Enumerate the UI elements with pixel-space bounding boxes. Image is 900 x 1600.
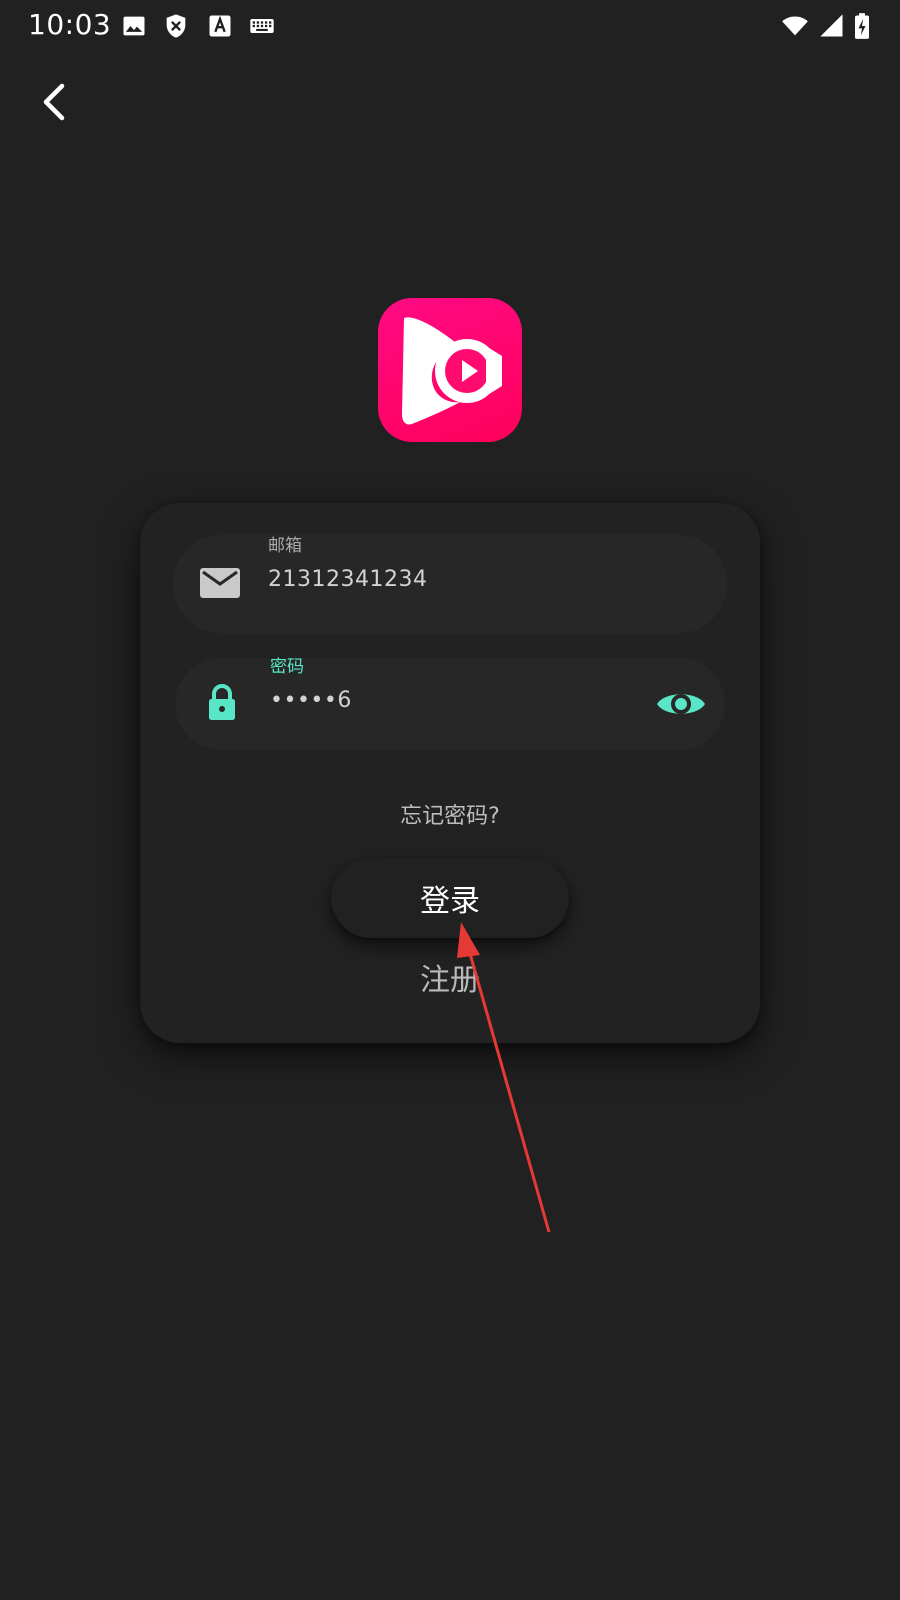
shield-x-icon [162,12,190,40]
image-icon [120,12,148,40]
cell-signal-icon [818,12,846,40]
chevron-left-icon [43,83,65,121]
status-time: 10:03 [28,8,112,41]
login-button[interactable]: 登录 [331,858,569,938]
email-input[interactable]: 21312341234 [268,567,427,592]
app-logo [378,298,522,442]
battery-charging-icon [852,12,872,40]
password-field[interactable]: 密码 •••••6 [175,657,725,750]
lock-icon [201,681,243,723]
register-link[interactable]: 注册 [140,955,760,999]
password-input[interactable]: •••••6 [270,688,352,713]
wifi-icon [778,12,812,40]
email-label: 邮箱 [268,536,302,556]
eye-icon[interactable] [655,680,707,728]
password-label: 密码 [270,657,304,677]
keyboard-icon [248,12,276,40]
text-a-icon [206,12,234,40]
login-card: 邮箱 21312341234 密码 •••••6 忘记密码? 登录 注册 [140,503,760,1043]
forgot-password-link[interactable]: 忘记密码? [140,798,760,830]
back-button[interactable] [30,78,78,126]
mail-icon [199,562,241,604]
app-logo-play-icon [402,317,502,425]
email-field[interactable]: 邮箱 21312341234 [173,535,727,633]
status-bar: 10:03 [0,0,900,50]
